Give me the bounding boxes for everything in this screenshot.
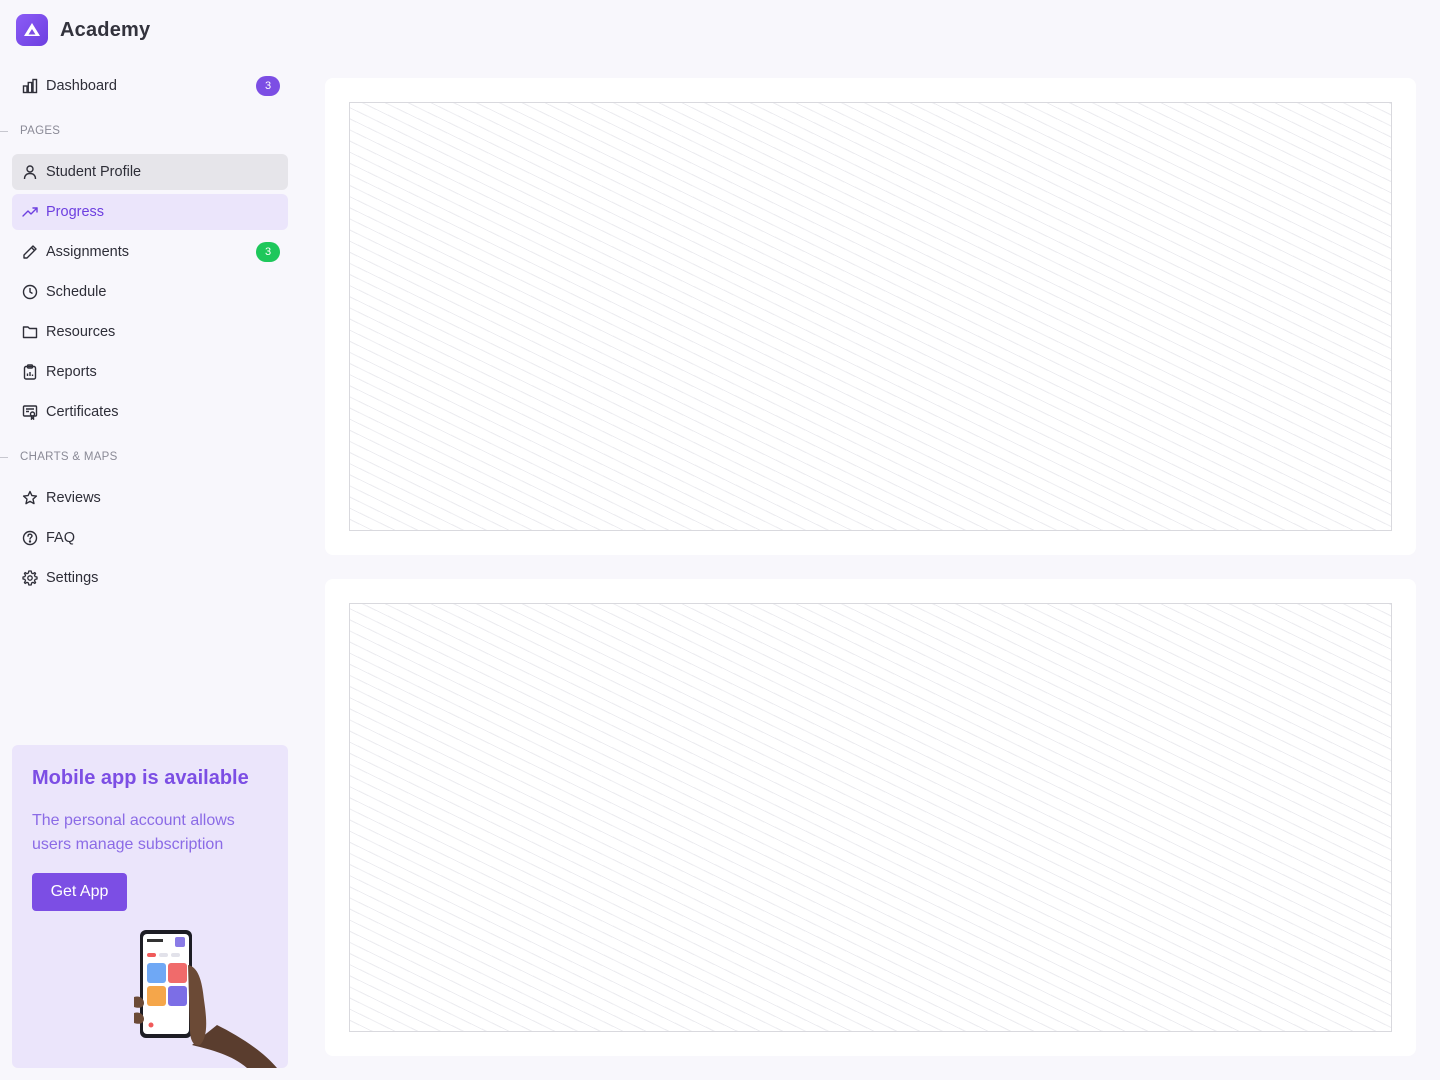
sidebar-item-label: FAQ: [46, 530, 76, 546]
academy-logo-icon: [16, 14, 48, 46]
promo-text: The personal account allows users manage…: [32, 812, 235, 853]
sidebar-item-label: Dashboard: [46, 78, 117, 94]
content-card-bottom: [325, 579, 1416, 1056]
sidebar-item-student-profile[interactable]: Student Profile: [12, 154, 288, 190]
sidebar-item-assignments[interactable]: Assignments 3: [12, 234, 288, 270]
section-label-charts-maps: CHARTS & MAPS: [0, 434, 300, 480]
user-icon: [21, 163, 39, 181]
sidebar-item-faq[interactable]: FAQ: [12, 520, 288, 556]
content-card-top: [325, 78, 1416, 555]
assignments-count-badge: 3: [256, 242, 280, 262]
clock-icon: [21, 283, 39, 301]
sidebar-item-dashboard[interactable]: Dashboard 3: [12, 68, 288, 104]
sidebar-item-progress[interactable]: Progress: [12, 194, 288, 230]
sidebar-item-label: Progress: [46, 204, 105, 220]
content-placeholder-bottom: [349, 603, 1392, 1032]
sidebar-item-reports[interactable]: Reports: [12, 354, 288, 390]
help-circle-icon: [21, 529, 39, 547]
mobile-app-promo: Mobile app is available The personal acc…: [12, 745, 288, 1068]
clipboard-icon: [21, 363, 39, 381]
brand[interactable]: Academy: [16, 14, 150, 46]
pencil-icon: [21, 243, 39, 261]
dashboard-count-badge: 3: [256, 76, 280, 96]
sidebar-item-label: Reports: [46, 364, 97, 380]
sidebar-item-label: Resources: [46, 324, 116, 340]
promo-title: Mobile app is available: [32, 767, 249, 789]
sidebar-item-label: Schedule: [46, 284, 107, 300]
sidebar-item-label: Certificates: [46, 404, 119, 420]
bar-chart-icon: [21, 77, 39, 95]
sidebar-item-settings[interactable]: Settings: [12, 560, 288, 596]
folder-icon: [21, 323, 39, 341]
sidebar-item-resources[interactable]: Resources: [12, 314, 288, 350]
app-name: Academy: [60, 18, 151, 41]
certificate-icon: [21, 403, 39, 421]
phone-in-hand-illustration: [134, 930, 277, 1068]
get-app-button[interactable]: Get App: [32, 873, 127, 911]
sidebar-item-schedule[interactable]: Schedule: [12, 274, 288, 310]
section-label-pages: PAGES: [0, 108, 300, 154]
sidebar-item-certificates[interactable]: Certificates: [12, 394, 288, 430]
sidebar-item-label: Reviews: [46, 490, 101, 506]
content-placeholder-top: [349, 102, 1392, 531]
trending-up-icon: [21, 203, 39, 221]
star-icon: [21, 489, 39, 507]
sidebar-item-label: Student Profile: [46, 164, 142, 180]
sidebar-item-label: Assignments: [46, 244, 130, 260]
gear-icon: [21, 569, 39, 587]
sidebar-item-label: Settings: [46, 570, 99, 586]
sidebar-item-reviews[interactable]: Reviews: [12, 480, 288, 516]
sidebar: Dashboard 3 PAGES Student Profile Progre…: [0, 68, 300, 600]
